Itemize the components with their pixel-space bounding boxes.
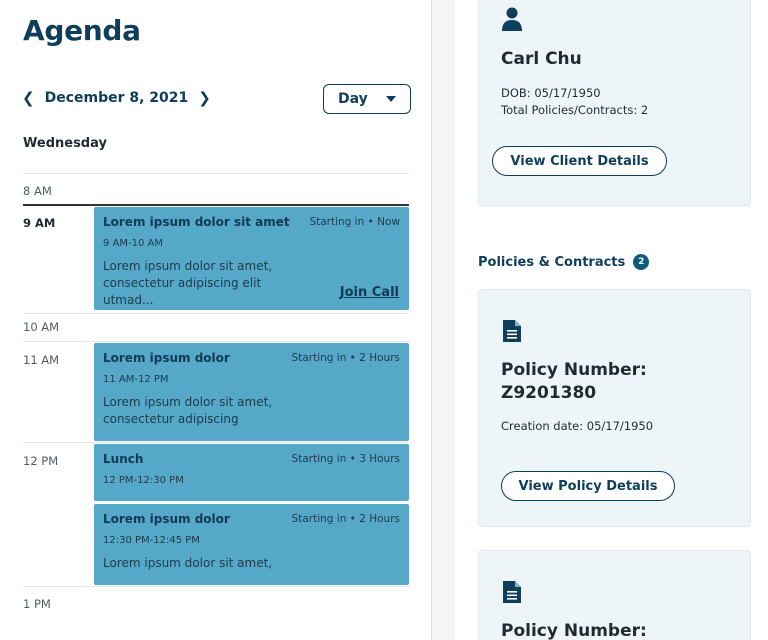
policies-count-badge: 2	[633, 254, 650, 270]
event-card[interactable]: Lorem ipsum dolor sit amet Starting in •…	[94, 207, 409, 310]
view-client-details-button[interactable]: View Client Details	[492, 146, 667, 176]
policy-number: Z9201380	[501, 383, 597, 403]
event-starting: Starting in • Now	[309, 216, 400, 228]
policy-card: Policy Number: Z9201380 Creation date: 0…	[478, 289, 751, 527]
event-time: 11 AM-12 PM	[103, 374, 169, 385]
view-select[interactable]: Day	[323, 84, 411, 114]
date-navigator: ❮ December 8, 2021 ❯	[22, 88, 211, 108]
time-label: 10 AM	[23, 320, 60, 334]
agenda-panel: Agenda ❮ December 8, 2021 ❯ Day Wednesda…	[0, 0, 432, 640]
time-label: 9 AM	[23, 216, 56, 230]
time-label: 11 AM	[23, 353, 60, 367]
event-card[interactable]: Lorem ipsum dolor Starting in • 2 Hours …	[94, 343, 409, 441]
time-label: 1 PM	[23, 597, 51, 611]
time-label: 8 AM	[23, 184, 52, 198]
event-description: Lorem ipsum dolor sit amet, consectetur …	[103, 395, 273, 426]
event-description: Lorem ipsum dolor sit amet,	[103, 556, 273, 570]
caret-down-icon	[386, 96, 396, 102]
event-time: 12:30 PM-12:45 PM	[103, 535, 200, 546]
view-policy-details-button[interactable]: View Policy Details	[501, 471, 675, 501]
divider	[23, 442, 409, 443]
client-policy-total: Total Policies/Contracts: 2	[501, 103, 649, 117]
divider	[23, 173, 409, 174]
client-card: Carl Chu DOB: 05/17/1950 Total Policies/…	[478, 0, 751, 206]
current-time-line	[23, 204, 409, 206]
client-name: Carl Chu	[501, 49, 582, 69]
time-label: 12 PM	[23, 454, 59, 468]
event-starting: Starting in • 3 Hours	[291, 453, 400, 465]
event-starting: Starting in • 2 Hours	[291, 352, 400, 364]
event-starting: Starting in • 2 Hours	[291, 513, 400, 525]
divider	[23, 341, 409, 342]
policies-label: Policies & Contracts	[478, 254, 626, 270]
divider	[23, 586, 409, 587]
event-card[interactable]: Lorem ipsum dolor Starting in • 2 Hours …	[94, 504, 409, 585]
day-name: Wednesday	[23, 136, 107, 151]
event-time: 12 PM-12:30 PM	[103, 475, 184, 486]
policy-number-label: Policy Number:	[501, 621, 647, 640]
document-icon	[503, 581, 521, 603]
chevron-right-icon[interactable]: ❯	[198, 88, 211, 108]
event-card[interactable]: Lunch Starting in • 3 Hours 12 PM-12:30 …	[94, 444, 409, 501]
chevron-left-icon[interactable]: ❮	[22, 88, 35, 108]
divider	[23, 313, 409, 314]
page-title: Agenda	[23, 14, 141, 47]
event-time: 9 AM-10 AM	[103, 238, 163, 249]
policy-number-label: Policy Number:	[501, 360, 647, 380]
policy-card: Policy Number:	[478, 550, 751, 640]
view-select-value: Day	[338, 91, 368, 107]
client-dob: DOB: 05/17/1950	[501, 86, 601, 100]
current-date: December 8, 2021	[44, 90, 189, 106]
policy-creation-date: Creation date: 05/17/1950	[501, 419, 654, 433]
person-icon	[502, 7, 522, 31]
join-call-link[interactable]: Join Call	[340, 285, 399, 300]
policies-header: Policies & Contracts 2	[478, 254, 650, 270]
document-icon	[503, 320, 521, 342]
event-description: Lorem ipsum dolor sit amet, consectetur …	[103, 259, 273, 307]
